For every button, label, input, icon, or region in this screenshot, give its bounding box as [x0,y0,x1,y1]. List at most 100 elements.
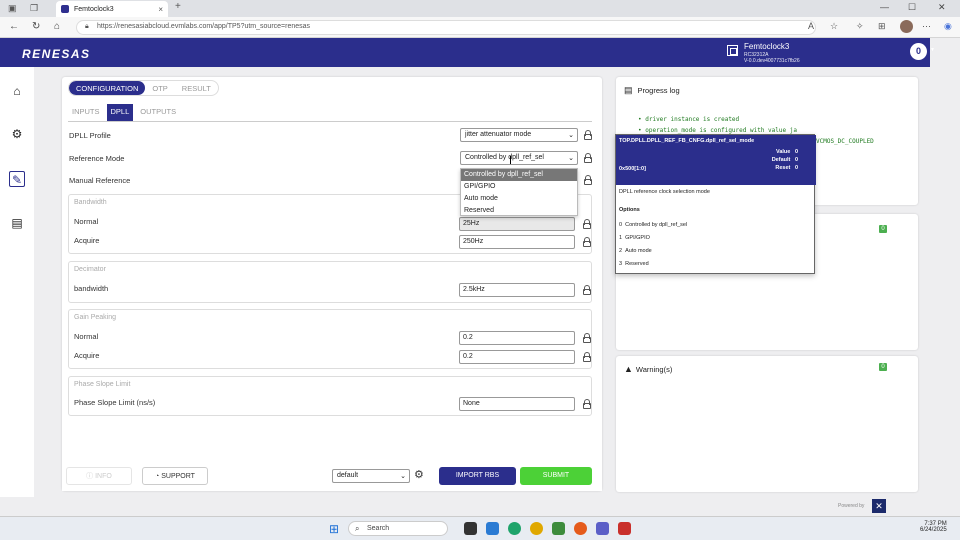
sub-tabs: INPUTS DPLL OUTPUTS [68,104,183,121]
register-value: Value 0 [775,149,798,155]
menu-icon[interactable]: ⋯ [922,21,931,32]
copilot-icon[interactable]: ◉ [944,21,952,32]
option-item: 2 Auto mode [619,248,652,254]
lock-icon[interactable] [584,175,592,185]
refresh-icon[interactable]: ↻ [32,21,40,32]
teams-icon[interactable] [596,522,609,535]
device-name: Femtoclock3 [744,42,790,51]
bw-acquire-input[interactable]: 250Hz [459,235,575,249]
option-item: 0 Controlled by dpll_ref_sel [619,222,688,228]
task-view-icon[interactable] [464,522,477,535]
lock-icon[interactable] [583,352,591,362]
psl-label: Phase Slope Limit (ns/s) [74,398,156,407]
home-icon[interactable]: ⌂ [54,21,60,32]
new-tab-icon[interactable]: + [175,1,181,12]
powered-by-label: Powered by [838,503,865,509]
lock-icon[interactable] [583,333,591,343]
register-address: 0x500[1:0] [619,166,646,172]
taskbar-search[interactable]: ⌕ Search [348,521,448,536]
browser-tab[interactable]: Femtoclock3 × [56,1,168,17]
outlook-icon[interactable] [486,522,499,535]
subtab-dpll[interactable]: DPLL [106,104,134,121]
back-icon[interactable]: ← [9,21,19,32]
read-aloud-icon[interactable]: A [808,21,814,31]
register-description: DPLL reference clock selection mode [619,189,710,195]
renesas-logo[interactable]: RENESAS [22,47,91,61]
windows-start-icon[interactable]: ⊞ [329,522,339,536]
device-chip-icon [727,45,738,56]
dropdown-option[interactable]: Auto mode [461,193,577,205]
register-tooltip: TOP.DPLL.DPLL_REF_FB_CNFG.dpll_ref_sel_m… [615,134,816,274]
powerpoint-icon[interactable] [618,522,631,535]
tab-actions-icon[interactable]: ❐ [30,3,38,14]
maximize-icon[interactable]: ☐ [908,2,916,13]
dropdown-option[interactable]: GPI/GPIO [461,181,577,193]
warnings-count-badge: 0 [879,363,887,371]
chevron-down-icon[interactable]: ▼ [930,47,935,53]
dec-bandwidth-input[interactable]: 2.5kHz [459,283,575,297]
gp-acquire-input[interactable]: 0.2 [459,350,575,364]
workspaces-icon[interactable]: ▣ [8,3,17,14]
document-icon[interactable]: ▤ [9,215,25,231]
warnings-header: ▲ Warning(s) [624,364,672,374]
subtab-inputs[interactable]: INPUTS [68,104,104,121]
dropdown-option[interactable]: Controlled by dpll_ref_sel [461,169,577,181]
notification-count-badge[interactable]: 0 [910,43,927,60]
tab-close-icon[interactable]: × [158,5,163,14]
tab-otp[interactable]: OTP [145,81,174,95]
manual-reference-label: Manual Reference [69,176,131,185]
support-button[interactable]: ◔ SUPPORT [142,467,208,485]
gain-peaking-group-title: Gain Peaking [74,314,117,321]
settings-gear-icon[interactable]: ⚙ [9,126,25,142]
lock-icon[interactable] [583,285,591,295]
close-window-icon[interactable]: ✕ [938,2,946,13]
secure-lock-icon: 🔒︎ [85,23,89,30]
evm-logo-icon[interactable]: ✕ [872,499,886,513]
home-nav-icon[interactable]: ⌂ [9,83,25,99]
minimize-icon[interactable]: — [880,2,889,12]
url-input[interactable]: 🔒︎ https://renesasiabcloud.evmlabs.com/a… [76,20,816,35]
subtab-outputs[interactable]: OUTPUTS [136,104,180,121]
edge-icon[interactable] [508,522,521,535]
lock-icon[interactable] [583,237,591,247]
submit-button[interactable]: SUBMIT [520,467,592,485]
info-button[interactable]: ⓘ INFO [66,467,132,485]
favorite-star-icon[interactable]: ☆ [830,21,838,32]
lock-icon[interactable] [583,219,591,229]
tab-result[interactable]: RESULT [175,81,218,95]
config-tool-icon[interactable]: ✎ [9,171,25,187]
phase-slope-group-title: Phase Slope Limit [74,381,131,388]
lock-icon[interactable] [584,153,592,163]
dropdown-option[interactable]: Reserved [461,205,577,217]
tab-configuration[interactable]: CONFIGURATION [69,81,146,95]
tooltip-header: TOP.DPLL.DPLL_REF_FB_CNFG.dpll_ref_sel_m… [616,135,816,185]
bw-normal-input[interactable]: 25Hz [459,217,575,231]
dpll-profile-select[interactable]: jitter attenuator mode ⌄ [460,128,578,142]
option-item: 3 Reserved [619,261,649,267]
excel-icon[interactable] [552,522,565,535]
document-icon: ▤ [624,85,633,95]
device-version: V-0.0.dev4007731c7fb26 [744,58,800,64]
preset-value: default [337,472,359,479]
info-icon: ⓘ [86,473,96,480]
options-title: Options [619,207,640,213]
taskbar-clock[interactable]: 7:37 PM 6/24/2025 [920,521,947,533]
reference-mode-select[interactable]: Controlled by dpll_ref_sel ⌄ [460,151,578,165]
lock-icon[interactable] [584,130,592,140]
gp-normal-input[interactable]: 0.2 [459,331,575,345]
text-cursor [510,156,514,164]
firefox-icon[interactable] [574,522,587,535]
search-icon: ⌕ [355,524,360,533]
import-rbs-button[interactable]: IMPORT RBS [439,467,516,485]
chrome-icon[interactable] [530,522,543,535]
decimator-group: Decimator bandwidth 2.5kHz [68,261,592,303]
dec-bandwidth-label: bandwidth [74,284,109,293]
collections-icon[interactable]: ⊞ [878,21,886,32]
subtab-divider [68,121,592,122]
lock-icon[interactable] [583,399,591,409]
extensions-icon[interactable]: ✧ [856,21,864,32]
profile-avatar[interactable] [900,20,913,33]
preset-select[interactable]: default ⌄ [332,469,410,483]
gear-icon[interactable]: ⚙ [414,468,424,481]
psl-input[interactable]: None [459,397,575,411]
